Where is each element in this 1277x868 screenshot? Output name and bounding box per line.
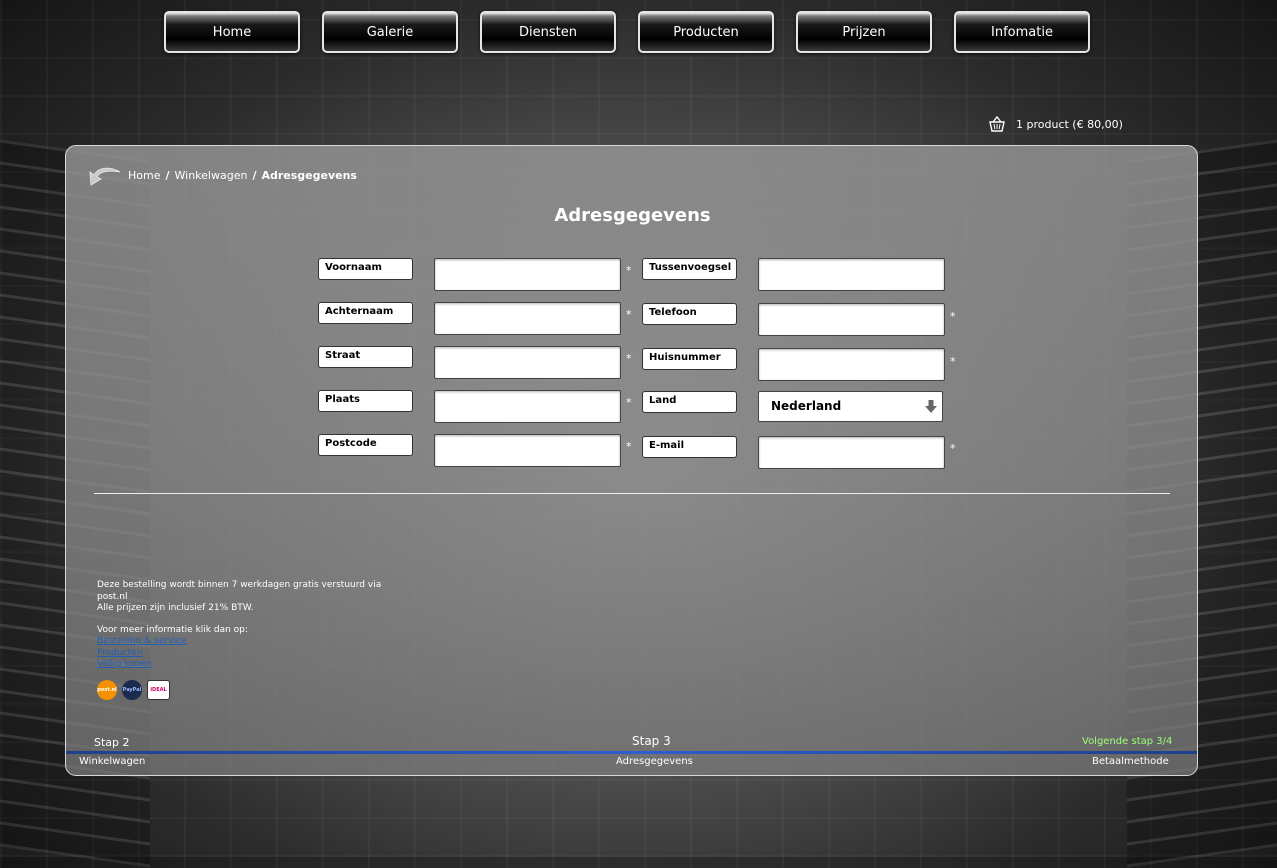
breadcrumb: Home / Winkelwagen / Adresgegevens [86, 164, 357, 186]
basket-icon [989, 116, 1005, 132]
main-nav: Home Galerie Diensten Producten Prijzen … [164, 11, 1094, 53]
link-producten[interactable]: Producten [97, 648, 387, 660]
breadcrumb-cart[interactable]: Winkelwagen [175, 169, 248, 182]
input-voornaam[interactable] [434, 258, 621, 291]
label-tussenvoegsel: Tussenvoegsel [642, 258, 737, 280]
payment-logos: post.nl PayPal iDEAL [97, 680, 175, 700]
shipping-info: Deze bestelling wordt binnen 7 werkdagen… [97, 580, 387, 671]
input-email[interactable] [758, 436, 945, 469]
nav-producten[interactable]: Producten [638, 11, 774, 53]
select-land[interactable]: Nederland [758, 391, 943, 422]
input-tussenvoegsel[interactable] [758, 258, 945, 291]
label-postcode: Postcode [318, 434, 413, 456]
required-mark: * [950, 310, 956, 323]
breadcrumb-current: Adresgegevens [261, 168, 357, 182]
label-achternaam: Achternaam [318, 302, 413, 324]
step-current: Stap 3 [632, 734, 671, 748]
step-prev[interactable]: Stap 2 [94, 736, 130, 749]
step-prev-name[interactable]: Winkelwagen [79, 756, 145, 767]
required-mark: * [626, 396, 632, 409]
nav-galerie[interactable]: Galerie [322, 11, 458, 53]
arrow-down-icon [925, 400, 937, 413]
step-next-name[interactable]: Betaalmethode [1092, 756, 1169, 767]
step-current-name: Adresgegevens [616, 756, 693, 767]
info-more: Voor meer informatie klik dan op: [97, 624, 248, 635]
steps-progress-bar [66, 751, 1197, 754]
nav-prijzen[interactable]: Prijzen [796, 11, 932, 53]
info-vat: Alle prijzen zijn inclusief 21% BTW. [97, 603, 254, 613]
nav-infomatie[interactable]: Infomatie [954, 11, 1090, 53]
select-land-value: Nederland [771, 399, 842, 413]
label-telefoon: Telefoon [642, 303, 737, 325]
back-arrow-icon[interactable] [86, 164, 122, 186]
breadcrumb-separator: / [165, 168, 170, 182]
input-postcode[interactable] [434, 434, 621, 467]
required-mark: * [626, 308, 632, 321]
cart-text: 1 product (€ 80,00) [1016, 117, 1123, 131]
required-mark: * [626, 352, 632, 365]
paypal-logo: PayPal [122, 680, 142, 700]
postnl-logo: post.nl [97, 680, 117, 700]
cart-summary[interactable]: 1 product (€ 80,00) [988, 116, 1123, 132]
link-bestelling-service[interactable]: Bestelling & service [97, 636, 387, 648]
required-mark: * [626, 440, 632, 453]
next-step-button[interactable]: Volgende stap 3/4 [1082, 736, 1172, 747]
label-straat: Straat [318, 346, 413, 368]
label-email: E-mail [642, 436, 737, 458]
ideal-logo: iDEAL [147, 680, 170, 700]
required-mark: * [950, 442, 956, 455]
required-mark: * [626, 264, 632, 277]
input-achternaam[interactable] [434, 302, 621, 335]
input-straat[interactable] [434, 346, 621, 379]
nav-diensten[interactable]: Diensten [480, 11, 616, 53]
breadcrumb-home[interactable]: Home [128, 169, 160, 182]
label-huisnummer: Huisnummer [642, 348, 737, 370]
nav-home[interactable]: Home [164, 11, 300, 53]
input-plaats[interactable] [434, 390, 621, 423]
input-huisnummer[interactable] [758, 348, 945, 381]
page-title: Adresgegevens [554, 205, 711, 226]
required-mark: * [950, 355, 956, 368]
link-veilig-kopen[interactable]: Veilig kopen [97, 659, 387, 671]
label-land: Land [642, 391, 737, 413]
label-plaats: Plaats [318, 390, 413, 412]
breadcrumb-separator: / [252, 168, 257, 182]
info-shipping: Deze bestelling wordt binnen 7 werkdagen… [97, 580, 382, 602]
input-telefoon[interactable] [758, 303, 945, 336]
label-voornaam: Voornaam [318, 258, 413, 280]
divider [94, 493, 1170, 494]
checkout-panel: Home / Winkelwagen / Adresgegevens Adres… [65, 145, 1198, 776]
